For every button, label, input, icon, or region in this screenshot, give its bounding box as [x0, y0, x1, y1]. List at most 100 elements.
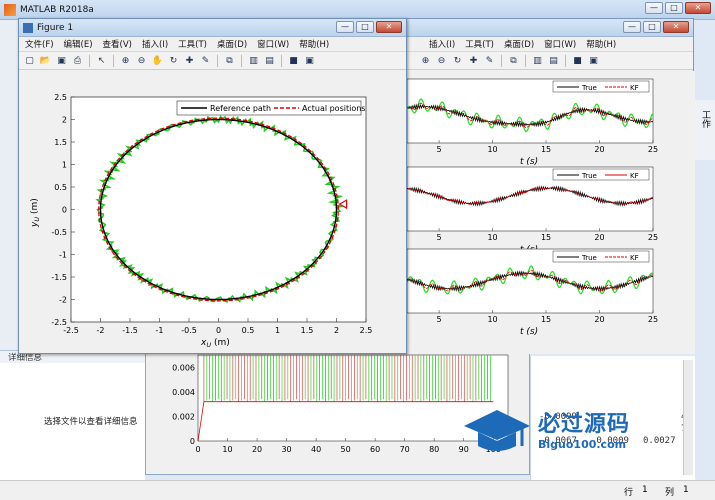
hide-plot-tools-icon[interactable]: ■ — [287, 54, 300, 67]
menu-view[interactable]: 查看(V) — [103, 38, 132, 50]
show-plot-tools-icon[interactable]: ▣ — [303, 54, 316, 67]
x-tick-label: 2 — [334, 326, 339, 335]
x-tick-label: 20 — [594, 315, 604, 324]
x-tick-label: -2 — [97, 326, 105, 335]
menu-tools[interactable]: 工具(T) — [178, 38, 207, 50]
y-tick-label: 1 — [62, 161, 67, 170]
close-button[interactable]: ✕ — [685, 2, 711, 14]
zoom-in-icon[interactable]: ⊕ — [119, 54, 132, 67]
figure2-window: — □ ✕ 插入(I) 工具(T) 桌面(D) 窗口(W) 帮助(H) ⊕ ⊖ … — [398, 18, 695, 354]
menu-edit[interactable]: 编辑(E) — [64, 38, 93, 50]
new-figure-icon[interactable]: ▢ — [23, 54, 36, 67]
x-tick-label: 20 — [594, 233, 604, 242]
fig2-minimize-button[interactable]: — — [623, 21, 641, 33]
rotate-icon[interactable]: ↻ — [167, 54, 180, 67]
open-icon[interactable]: 📂 — [39, 54, 52, 67]
toolbar-separator — [565, 54, 566, 67]
x-tick-label: 2.5 — [360, 326, 373, 335]
zoom-in-icon[interactable]: ⊕ — [419, 54, 432, 67]
workspace-tab[interactable]: 工作 — [693, 100, 715, 160]
watermark-line1: 必过源码 — [538, 412, 631, 437]
menu-help[interactable]: 帮助(H) — [299, 38, 329, 50]
colorbar-icon[interactable]: ▥ — [247, 54, 260, 67]
plot-legend: Reference path Actual positions — [176, 100, 365, 116]
legend-icon[interactable]: ▤ — [263, 54, 276, 67]
y-tick-label: 0.006 — [172, 363, 195, 372]
main-window-title: MATLAB R2018a — [20, 4, 94, 15]
x-tick-label: 10 — [487, 233, 497, 242]
x-tick-label: 0 — [195, 445, 200, 454]
fig1-minimize-button[interactable]: — — [336, 21, 354, 33]
y-tick-label: -0.5 — [51, 228, 67, 237]
fig2-menu-desktop[interactable]: 桌面(D) — [504, 38, 534, 50]
menu-window[interactable]: 窗口(W) — [257, 38, 289, 50]
fig2-menu-help[interactable]: 帮助(H) — [586, 38, 616, 50]
figure2-plots: True KF 5 10 15 20 25 t (s) True KF 5 10 15 20 25 t (s)… — [399, 71, 695, 354]
minimize-button[interactable]: — — [645, 2, 663, 14]
x-tick-label: 30 — [281, 445, 291, 454]
rotate-icon[interactable]: ↻ — [451, 54, 464, 67]
x-tick-label: 10 — [487, 145, 497, 154]
legend-entry-kf: KF — [630, 84, 639, 92]
menu-desktop[interactable]: 桌面(D) — [217, 38, 247, 50]
print-icon[interactable]: ⎙ — [71, 54, 84, 67]
command-scrollbar[interactable] — [683, 360, 693, 475]
toolbar-separator — [113, 54, 114, 67]
watermark-line2: Biguo100.com — [538, 438, 627, 451]
fig2-menu-insert[interactable]: 插入(I) — [429, 38, 455, 50]
link-icon[interactable]: ⧉ — [223, 54, 236, 67]
y-tick-label: 0.002 — [172, 412, 195, 421]
data-cursor-icon[interactable]: ✚ — [467, 54, 480, 67]
show-plot-tools-icon[interactable]: ▣ — [587, 54, 600, 67]
link-icon[interactable]: ⧉ — [507, 54, 520, 67]
x-axis-label: t (s) — [520, 327, 538, 337]
fig2-menu-window[interactable]: 窗口(W) — [544, 38, 576, 50]
status-col-value: 1 — [683, 485, 689, 495]
graduation-cap-icon — [464, 410, 530, 451]
fig2-close-button[interactable]: ✕ — [663, 21, 689, 33]
menu-file[interactable]: 文件(F) — [25, 38, 54, 50]
fig1-maximize-button[interactable]: □ — [356, 21, 374, 33]
y-tick-label: 0 — [190, 437, 195, 446]
fig1-menubar: 文件(F) 编辑(E) 查看(V) 插入(I) 工具(T) 桌面(D) 窗口(W… — [19, 37, 406, 52]
legend-entry-true: True — [581, 84, 597, 92]
fig2-menubar: 插入(I) 工具(T) 桌面(D) 窗口(W) 帮助(H) — [399, 37, 693, 52]
edit-plot-icon[interactable]: ↖ — [95, 54, 108, 67]
legend-entry-kf: KF — [630, 254, 639, 262]
toolbar-separator — [241, 54, 242, 67]
legend-entry-true: True — [581, 254, 597, 262]
menu-insert[interactable]: 插入(I) — [142, 38, 168, 50]
hide-plot-tools-icon[interactable]: ■ — [571, 54, 584, 67]
x-tick-label: 40 — [311, 445, 321, 454]
zoom-out-icon[interactable]: ⊖ — [135, 54, 148, 67]
x-tick-label: 25 — [648, 145, 658, 154]
fig2-toolbar: ⊕ ⊖ ↻ ✚ ✎ ⧉ ▥ ▤ ■ ▣ — [399, 52, 693, 70]
data-cursor-icon[interactable]: ✚ — [183, 54, 196, 67]
fig2-maximize-button[interactable]: □ — [643, 21, 661, 33]
brush-icon[interactable]: ✎ — [199, 54, 212, 67]
watermark: 必过源码 Biguo100.com — [462, 402, 662, 462]
colorbar-icon[interactable]: ▥ — [531, 54, 544, 67]
legend-icon[interactable]: ▤ — [547, 54, 560, 67]
fig2-menu-tools[interactable]: 工具(T) — [465, 38, 494, 50]
status-row-value: 1 — [642, 485, 648, 495]
maximize-button[interactable]: □ — [665, 2, 683, 14]
x-tick-label: 10 — [487, 315, 497, 324]
save-icon[interactable]: ▣ — [55, 54, 68, 67]
y-tick-label: 2.5 — [54, 93, 67, 102]
pan-icon[interactable]: ✋ — [151, 54, 164, 67]
y-tick-label: 1.5 — [54, 138, 67, 147]
x-tick-label: 10 — [222, 445, 232, 454]
details-panel-message: 选择文件以查看详细信息 — [44, 417, 138, 427]
zoom-out-icon[interactable]: ⊖ — [435, 54, 448, 67]
y-tick-label: 0.004 — [172, 388, 195, 397]
y-tick-label: 0.5 — [54, 183, 67, 192]
y-tick-label: -1.5 — [51, 273, 67, 282]
status-bar: 行 1 列 1 — [0, 480, 715, 500]
y-tick-label: -1 — [59, 251, 67, 260]
y-tick-label: 0 — [62, 206, 67, 215]
toolbar-separator — [281, 54, 282, 67]
brush-icon[interactable]: ✎ — [483, 54, 496, 67]
fig1-close-button[interactable]: ✕ — [376, 21, 402, 33]
x-tick-label: 1 — [275, 326, 280, 335]
